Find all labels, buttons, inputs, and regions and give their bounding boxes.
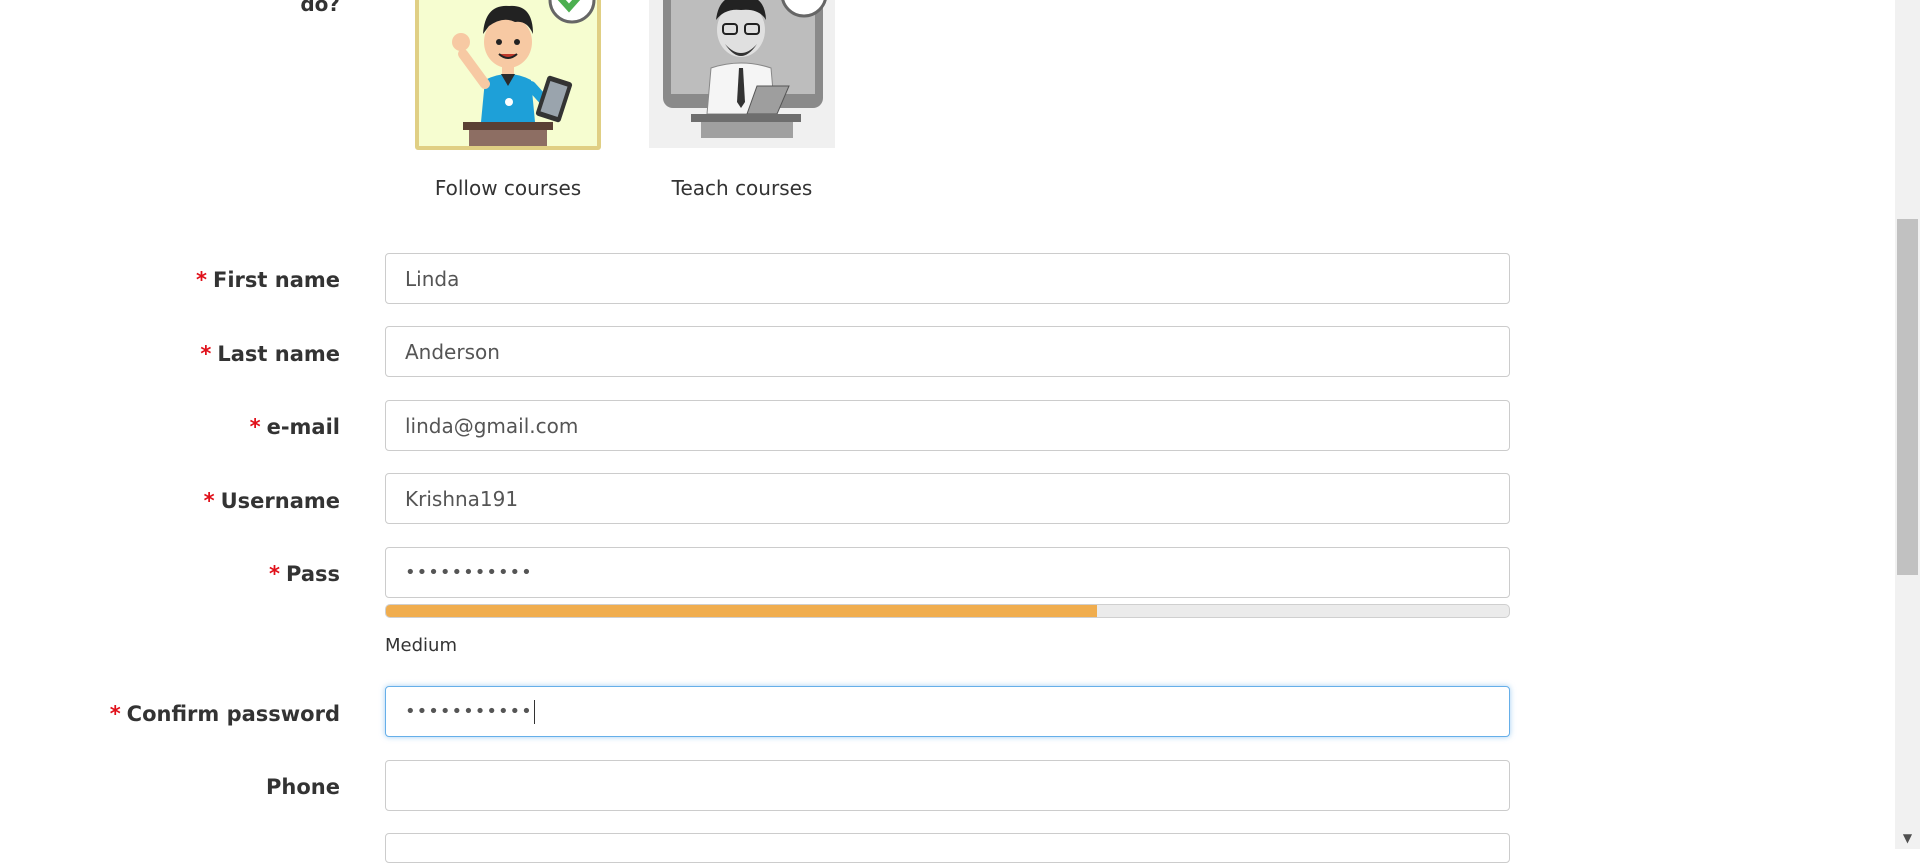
scroll-down-arrow-icon[interactable]: ▼ [1895, 827, 1920, 849]
password-input[interactable]: ••••••••••• [385, 547, 1510, 598]
required-marker: * [269, 562, 280, 586]
password-strength-text: Medium [385, 635, 457, 656]
required-marker: * [249, 415, 261, 439]
scrollbar-thumb[interactable] [1897, 219, 1918, 575]
username-label: * Username [100, 487, 340, 515]
required-marker: * [203, 489, 215, 513]
role-caption-teach-courses: Teach courses [671, 176, 813, 200]
role-card-teach-courses[interactable] [649, 0, 835, 148]
pass-label: * Pass [100, 560, 340, 588]
first-name-label-text: First name [213, 268, 340, 292]
role-caption-follow-courses: Follow courses [434, 176, 582, 200]
required-marker: * [200, 342, 212, 366]
email-label: * e-mail [100, 413, 340, 441]
last-name-input[interactable] [385, 326, 1510, 377]
password-strength-fill [386, 605, 1097, 617]
phone-input[interactable] [385, 760, 1510, 811]
check-badge-icon [548, 0, 596, 24]
next-field-input[interactable] [385, 833, 1510, 863]
last-name-label-text: Last name [217, 342, 340, 366]
required-marker: * [109, 702, 121, 726]
phone-label: Phone [100, 773, 340, 801]
confirm-password-label-text: Confirm password [126, 702, 340, 726]
password-strength-bar [385, 604, 1510, 618]
role-card-follow-courses[interactable] [415, 0, 601, 150]
email-label-text: e-mail [266, 415, 340, 439]
username-input[interactable] [385, 473, 1510, 524]
username-label-text: Username [220, 489, 340, 513]
phone-label-text: Phone [266, 775, 340, 799]
text-caret [533, 700, 535, 724]
last-name-label: * Last name [100, 340, 340, 368]
confirm-password-label: * Confirm password [100, 700, 340, 728]
confirm-password-value: ••••••••••• [405, 701, 533, 722]
pass-label-text: Pass [286, 562, 340, 586]
password-value: ••••••••••• [405, 562, 533, 583]
role-question-label: do? [300, 0, 340, 16]
first-name-label: * First name [100, 266, 340, 294]
teacher-avatar-icon [663, 0, 823, 138]
email-input[interactable] [385, 400, 1510, 451]
required-marker: * [196, 268, 207, 292]
confirm-password-input[interactable]: ••••••••••• [385, 686, 1510, 737]
first-name-input[interactable] [385, 253, 1510, 304]
unchecked-badge-icon [781, 0, 827, 18]
